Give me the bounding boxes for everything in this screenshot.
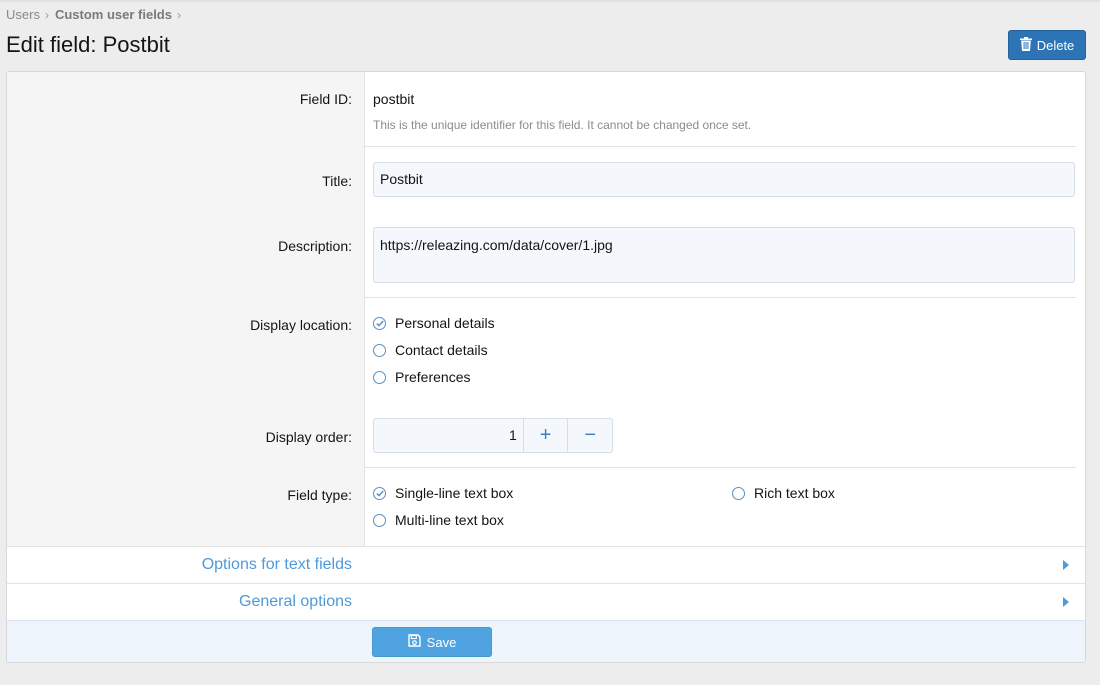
radio-contact-details[interactable]: Contact details bbox=[373, 342, 488, 358]
radio-unchecked-icon bbox=[373, 343, 386, 357]
radio-label: Multi-line text box bbox=[395, 512, 504, 528]
radio-label: Contact details bbox=[395, 342, 488, 358]
radio-checked-icon bbox=[373, 486, 386, 500]
radio-checked-icon bbox=[373, 316, 386, 330]
field-type-label: Field type: bbox=[287, 487, 352, 503]
divider bbox=[364, 467, 1076, 468]
display-order-input[interactable]: 1 bbox=[374, 419, 523, 452]
expand-arrow-icon bbox=[1063, 597, 1069, 607]
display-order-label: Display order: bbox=[265, 429, 352, 445]
field-id-hint: This is the unique identifier for this f… bbox=[373, 118, 752, 132]
radio-unchecked-icon bbox=[732, 486, 745, 500]
save-button[interactable]: Save bbox=[372, 627, 492, 657]
form-footer: Save bbox=[7, 620, 1085, 662]
breadcrumb-item-custom-user-fields[interactable]: Custom user fields bbox=[55, 7, 172, 22]
radio-unchecked-icon bbox=[373, 370, 386, 384]
delete-button-label: Delete bbox=[1036, 37, 1075, 53]
radio-unchecked-icon bbox=[373, 513, 386, 527]
trash-icon bbox=[1019, 36, 1032, 54]
section-general-options[interactable]: General options bbox=[7, 583, 1085, 620]
page-title: Edit field: Postbit bbox=[6, 32, 170, 57]
section-label: Options for text fields bbox=[201, 556, 352, 573]
radio-multi-line-text-box[interactable]: Multi-line text box bbox=[373, 512, 504, 528]
radio-label: Single-line text box bbox=[395, 485, 514, 501]
top-border bbox=[0, 0, 1100, 2]
radio-single-line-text-box[interactable]: Single-line text box bbox=[373, 485, 513, 501]
section-label: General options bbox=[239, 593, 352, 610]
divider bbox=[364, 297, 1076, 298]
radio-label: Personal details bbox=[395, 315, 495, 331]
title-label: Title: bbox=[322, 173, 352, 189]
decrement-button[interactable]: − bbox=[567, 419, 612, 452]
title-input[interactable]: Postbit bbox=[373, 162, 1075, 197]
description-textarea[interactable]: https://releazing.com/data/cover/1.jpg bbox=[373, 227, 1075, 283]
radio-preferences[interactable]: Preferences bbox=[373, 369, 470, 385]
edit-field-form: Field ID: postbit This is the unique ide… bbox=[6, 71, 1086, 663]
divider bbox=[364, 146, 1076, 147]
save-button-label: Save bbox=[426, 634, 457, 650]
expand-arrow-icon bbox=[1063, 560, 1069, 570]
radio-label: Rich text box bbox=[754, 485, 835, 501]
label-column bbox=[7, 72, 365, 546]
field-id-value: postbit bbox=[373, 91, 415, 107]
delete-button[interactable]: Delete bbox=[1008, 30, 1086, 60]
increment-button[interactable]: + bbox=[522, 419, 568, 452]
radio-label: Preferences bbox=[395, 369, 471, 385]
field-id-label: Field ID: bbox=[299, 91, 352, 107]
display-location-label: Display location: bbox=[250, 317, 352, 333]
breadcrumb-separator: › bbox=[44, 7, 49, 22]
save-icon bbox=[407, 634, 421, 650]
breadcrumb-item-users[interactable]: Users bbox=[6, 7, 40, 22]
radio-rich-text-box[interactable]: Rich text box bbox=[732, 485, 835, 501]
description-label: Description: bbox=[278, 238, 352, 254]
radio-personal-details[interactable]: Personal details bbox=[373, 315, 495, 331]
breadcrumb-separator: › bbox=[176, 7, 181, 22]
breadcrumb: Users › Custom user fields › bbox=[6, 7, 187, 22]
display-order-stepper: 1 + − bbox=[373, 418, 613, 453]
section-options-for-text-fields[interactable]: Options for text fields bbox=[7, 546, 1085, 583]
